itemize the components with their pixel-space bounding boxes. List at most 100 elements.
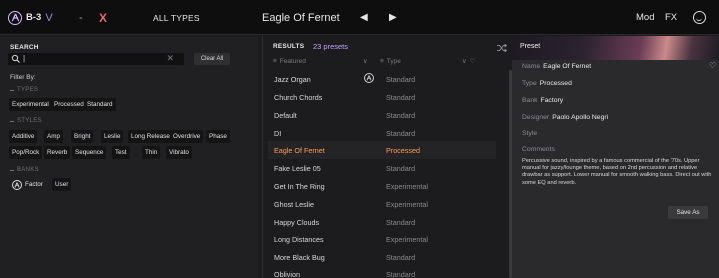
results-panel: RESULTS 23 presets ≡ Featured ∨ ≡ Type ∨… (262, 36, 512, 278)
preset-row-name: Long Distances (274, 235, 324, 244)
preset-row[interactable]: Church Chords Standard (268, 88, 496, 106)
styles-section-header: STYLES (10, 118, 42, 124)
style-tag-bright[interactable]: Bright (71, 130, 94, 143)
top-bar: B-3 V - X ALL TYPES Eagle Of Fernet ◀ ▶ … (0, 0, 719, 35)
bank-tag-factory[interactable]: Factor (9, 178, 46, 191)
preset-detail-panel: Preset ♡ Name Eagle Of Fernet Type Process… (512, 36, 719, 278)
fx-button[interactable]: FX (665, 0, 677, 35)
type-filter-dropdown[interactable]: ALL TYPES (153, 0, 200, 35)
smiley-icon[interactable] (693, 0, 706, 35)
preset-row[interactable]: Get In The Ring Experimental (268, 177, 496, 195)
search-heading: SEARCH (10, 44, 39, 51)
type-tag-experimental[interactable]: Experimental (9, 98, 52, 111)
style-tag-reverb[interactable]: Reverb (44, 146, 71, 159)
style-tag-long-release[interactable]: Long Release (128, 130, 173, 143)
preset-row[interactable]: DI Standard (268, 124, 496, 142)
preset-row-name: Fake Leslie 05 (274, 164, 321, 173)
style-tag-leslie[interactable]: Leslie (101, 130, 124, 143)
chevron-down-icon: ∨ (461, 58, 467, 65)
style-tag-pop-rock[interactable]: Pop/Rock (9, 146, 43, 159)
instrument-menu[interactable]: B-3 V (8, 0, 53, 35)
search-icon (11, 54, 21, 64)
preset-row[interactable]: Long Distances Experimental (268, 230, 496, 248)
preset-bank-field[interactable]: Bank Factory (522, 97, 563, 104)
preset-row-name: Default (274, 111, 297, 120)
current-preset-name[interactable]: Eagle Of Fernet (262, 0, 340, 35)
chevron-down-icon: ∨ (362, 58, 368, 65)
preset-row-name: Ghost Leslie (274, 200, 314, 209)
chevron-down-icon: V (45, 11, 53, 24)
preset-name-field[interactable]: Name Eagle Of Fernet (522, 63, 591, 70)
style-tag-vibrato[interactable]: Vibrato (166, 146, 192, 159)
next-preset-icon[interactable]: ▶ (389, 0, 397, 35)
preset-row[interactable]: Default Standard (268, 106, 496, 124)
field-label: Bank (522, 97, 538, 104)
sort-lines-icon: ≡ (273, 57, 277, 65)
search-text: | (23, 54, 26, 63)
filter-by-label: Filter By: (10, 74, 36, 81)
preset-row-name: Oblivion (274, 270, 300, 278)
preset-row-type: Standard (386, 129, 416, 138)
preset-row[interactable]: Happy Clouds Standard (268, 213, 496, 231)
preset-designer-field[interactable]: Designer Paolo Apollo Negri (522, 114, 608, 121)
arturia-logo-icon (12, 179, 22, 190)
field-value: Factory (540, 97, 564, 104)
results-count: 23 presets (313, 42, 349, 51)
preset-row-type: Standard (386, 93, 416, 102)
style-tag-thin[interactable]: Thin (142, 146, 161, 159)
style-tag-sequence[interactable]: Sequence (72, 146, 107, 159)
style-tag-amp[interactable]: Amp (44, 130, 63, 143)
field-label: Type (522, 80, 537, 87)
preset-row[interactable]: Fake Leslie 05 Standard (268, 159, 496, 177)
style-tag-overdrive[interactable]: Overdrive (170, 130, 204, 143)
previous-preset-icon[interactable]: ◀ (360, 0, 368, 35)
instrument-name: B-3 (26, 12, 42, 23)
style-tag-additive[interactable]: Additive (9, 130, 38, 143)
preset-row[interactable]: Oblivion Standard (268, 265, 496, 278)
results-heading: RESULTS (273, 43, 305, 50)
preset-panel-title: Preset (520, 43, 541, 50)
separator-dash: - (79, 11, 83, 24)
preset-comments-label: Comments (522, 146, 555, 153)
type-tag-processed[interactable]: Processed (51, 98, 87, 111)
preset-row-type: Processed (386, 146, 420, 155)
search-input[interactable]: | ✕ (8, 53, 184, 65)
bank-tag-label: Factor (25, 181, 43, 188)
shuffle-icon[interactable] (497, 44, 507, 52)
bank-tag-user[interactable]: User (52, 178, 72, 191)
preset-row[interactable]: More Black Bug Standard (268, 248, 496, 266)
style-tag-test[interactable]: Test (112, 146, 130, 159)
clear-search-icon[interactable]: ✕ (166, 53, 174, 64)
preset-row-type: Standard (386, 270, 416, 278)
clear-all-button[interactable]: Clear All (194, 53, 230, 65)
preset-row-type: Standard (386, 75, 416, 84)
sort-lines-icon: ≡ (380, 57, 384, 65)
heart-icon[interactable]: ♡ (709, 61, 716, 70)
preset-row-type: Standard (386, 218, 416, 227)
save-as-button[interactable]: Save As (668, 206, 708, 219)
preset-row-name: Happy Clouds (274, 218, 320, 227)
close-browser-button[interactable]: X (99, 0, 107, 35)
arturia-logo-icon (8, 10, 22, 25)
search-filter-panel: SEARCH | ✕ Clear All Filter By: TYPES Ex… (0, 36, 258, 278)
mod-button[interactable]: Mod (636, 0, 654, 35)
preset-style-field[interactable]: Style (522, 130, 537, 137)
field-label: Designer (522, 114, 550, 121)
type-column-label: Type (386, 57, 401, 65)
preset-row-type: Experimental (386, 200, 428, 209)
preset-row-type: Standard (386, 253, 416, 262)
featured-column-header[interactable]: ≡ Featured ∨ (273, 57, 368, 66)
preset-row[interactable]: Ghost Leslie Experimental (268, 195, 496, 213)
preset-header-artwork (512, 36, 719, 60)
preset-comments-text[interactable]: Percussive sound, inspired by a famous c… (522, 158, 717, 187)
preset-row-name: Eagle Of Fernet (274, 146, 325, 155)
style-tag-phase[interactable]: Phase (206, 130, 230, 143)
preset-row-type: Experimental (386, 235, 428, 244)
preset-type-field[interactable]: Type Processed (522, 80, 572, 87)
preset-row[interactable]: Jazz Organ Standard (268, 70, 496, 88)
heart-icon: ♡ (469, 58, 476, 65)
preset-row-selected[interactable]: Eagle Of Fernet Processed (268, 141, 496, 159)
type-tag-standard[interactable]: Standard (84, 98, 116, 111)
preset-row-name: Jazz Organ (274, 75, 311, 84)
type-column-header[interactable]: ≡ Type ∨ ♡ (380, 57, 476, 66)
